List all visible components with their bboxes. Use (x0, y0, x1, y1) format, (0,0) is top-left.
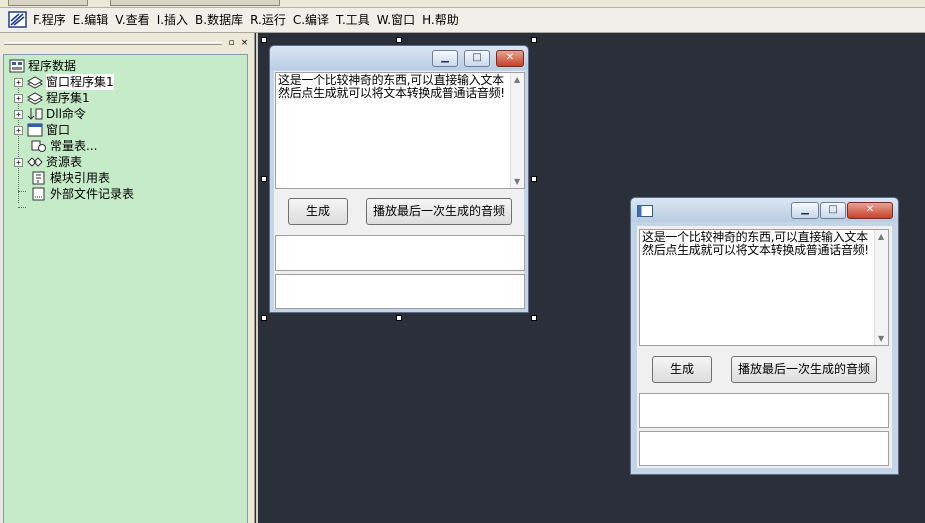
tree-item[interactable]: 外部文件记录表 (27, 186, 134, 202)
resize-handle[interactable] (396, 37, 402, 43)
tree-item-label: 模块引用表 (50, 171, 111, 185)
assembly-icon (27, 76, 43, 89)
panel-restore-button[interactable]: ▫ (226, 38, 237, 48)
play-last-audio-button[interactable]: 播放最后一次生成的音频 (731, 356, 877, 383)
tree-item[interactable]: + 资源表 (14, 154, 82, 170)
tree-item[interactable]: + 窗口程序集1 (14, 74, 114, 90)
toolbar-tab[interactable] (110, 0, 280, 6)
menu-database[interactable]: B.数据库 (192, 9, 247, 31)
tree-item-label: 窗口 (46, 123, 71, 137)
tree-root[interactable]: 程序数据 (9, 58, 76, 74)
menu-run[interactable]: R.运行 (247, 9, 290, 31)
menu-compile[interactable]: C.编译 (290, 9, 333, 31)
menu-help[interactable]: H.帮助 (419, 9, 463, 31)
maximize-icon[interactable]: □ (820, 202, 846, 219)
memo-scrollbar[interactable]: ▲ ▼ (874, 230, 888, 345)
tree-item-label: 外部文件记录表 (50, 187, 135, 201)
window-icon (27, 123, 43, 137)
design-form-titlebar[interactable]: ▁ □ ✕ (270, 46, 528, 70)
module-icon (32, 171, 45, 185)
tree-item-label: 常量表... (50, 139, 98, 153)
resize-handle[interactable] (261, 37, 267, 43)
design-form-client[interactable]: 这是一个比较神奇的东西,可以直接输入文本然后点生成就可以将文本转换成普通话音频!… (274, 71, 525, 309)
resize-handle[interactable] (531, 37, 537, 43)
tree-item-label: Dll命令 (46, 107, 86, 121)
program-data-icon (9, 59, 25, 73)
memo-textbox[interactable]: 这是一个比较神奇的东西,可以直接输入文本然后点生成就可以将文本转换成普通话音频!… (275, 72, 525, 189)
file-icon (32, 187, 45, 201)
menu-bar: F.程序 E.编辑 V.查看 I.插入 B.数据库 R.运行 C.编译 T.工具… (0, 8, 925, 33)
panel-header: ▫ × (4, 37, 250, 49)
panel-close-button[interactable]: × (239, 38, 250, 48)
menu-view[interactable]: V.查看 (112, 9, 153, 31)
menu-edit[interactable]: E.编辑 (70, 9, 112, 31)
resize-handle[interactable] (261, 315, 267, 321)
textbox-1[interactable] (639, 393, 889, 428)
minimize-icon[interactable]: ▁ (432, 50, 458, 67)
tree-expand-toggle[interactable]: + (14, 77, 23, 87)
tree-expand-toggle[interactable]: + (14, 93, 23, 103)
tree-item[interactable]: + 程序集1 (14, 90, 90, 106)
window-app-icon (637, 205, 653, 217)
close-icon[interactable]: ✕ (496, 50, 524, 67)
resize-handle[interactable] (261, 176, 267, 182)
toolbar-tab[interactable] (8, 0, 88, 6)
tree-root-label: 程序数据 (28, 59, 77, 73)
memo-scrollbar[interactable]: ▲ ▼ (510, 73, 524, 188)
tree-item[interactable]: + 窗口 (14, 122, 70, 138)
preview-form-client: 这是一个比较神奇的东西,可以直接输入文本然后点生成就可以将文本转换成普通话音频!… (637, 226, 892, 468)
resize-handle[interactable] (531, 315, 537, 321)
tree-item-label: 资源表 (46, 155, 83, 169)
textbox-1[interactable] (275, 235, 525, 271)
resource-icon (27, 157, 43, 167)
constant-icon (31, 140, 46, 152)
app-icon[interactable] (8, 11, 28, 29)
scroll-up-icon[interactable]: ▲ (878, 232, 884, 241)
tree-item-label: 程序集1 (46, 91, 90, 105)
dll-icon (27, 108, 43, 120)
tree-expand-toggle[interactable]: + (14, 109, 23, 119)
minimize-icon[interactable]: ▁ (791, 202, 819, 219)
preview-form-window[interactable]: ▁ □ ✕ 这是一个比较神奇的东西,可以直接输入文本然后点生成就可以将文本转换成… (630, 197, 899, 475)
resize-handle[interactable] (396, 315, 402, 321)
tree-connector (18, 207, 26, 208)
tree-expand-toggle[interactable]: + (14, 157, 23, 167)
scroll-down-icon[interactable]: ▼ (878, 334, 884, 343)
resize-handle[interactable] (531, 176, 537, 182)
generate-button[interactable]: 生成 (652, 356, 712, 383)
top-toolbar-strip (0, 0, 925, 8)
menu-tools[interactable]: T.工具 (333, 9, 374, 31)
memo-textbox[interactable]: 这是一个比较神奇的东西,可以直接输入文本然后点生成就可以将文本转换成普通话音频!… (639, 229, 889, 346)
tree-item[interactable]: 模块引用表 (27, 170, 110, 186)
maximize-icon[interactable]: □ (464, 50, 490, 67)
textbox-2[interactable] (275, 274, 525, 309)
scroll-up-icon[interactable]: ▲ (514, 75, 520, 84)
menu-window[interactable]: W.窗口 (374, 9, 419, 31)
tree-item[interactable]: 常量表... (27, 138, 97, 154)
textbox-2[interactable] (639, 431, 889, 466)
generate-button[interactable]: 生成 (288, 198, 348, 225)
close-icon[interactable]: ✕ (847, 202, 893, 219)
play-last-audio-button[interactable]: 播放最后一次生成的音频 (366, 198, 512, 225)
memo-text: 这是一个比较神奇的东西,可以直接输入文本然后点生成就可以将文本转换成普通话音频! (642, 230, 869, 257)
design-form-window[interactable]: ▁ □ ✕ 这是一个比较神奇的东西,可以直接输入文本然后点生成就可以将文本转换成… (269, 45, 529, 313)
preview-form-titlebar[interactable]: ▁ □ ✕ (631, 198, 898, 222)
panel-grip[interactable] (4, 42, 222, 45)
tree-item-label: 窗口程序集1 (46, 74, 114, 90)
assembly-icon (27, 92, 43, 105)
tree-item[interactable]: + Dll命令 (14, 106, 86, 122)
scroll-down-icon[interactable]: ▼ (514, 177, 520, 186)
project-panel: ▫ × 程序数据 + 窗口程序集1 + 程序集1 + Dll命令 + 窗口 常量… (0, 33, 255, 523)
project-tree[interactable]: 程序数据 + 窗口程序集1 + 程序集1 + Dll命令 + 窗口 常量表... (3, 54, 248, 523)
menu-insert[interactable]: I.插入 (154, 9, 192, 31)
menu-program[interactable]: F.程序 (30, 9, 70, 31)
tree-expand-toggle[interactable]: + (14, 125, 23, 135)
memo-text: 这是一个比较神奇的东西,可以直接输入文本然后点生成就可以将文本转换成普通话音频! (278, 73, 505, 100)
tree-connector (18, 191, 26, 192)
